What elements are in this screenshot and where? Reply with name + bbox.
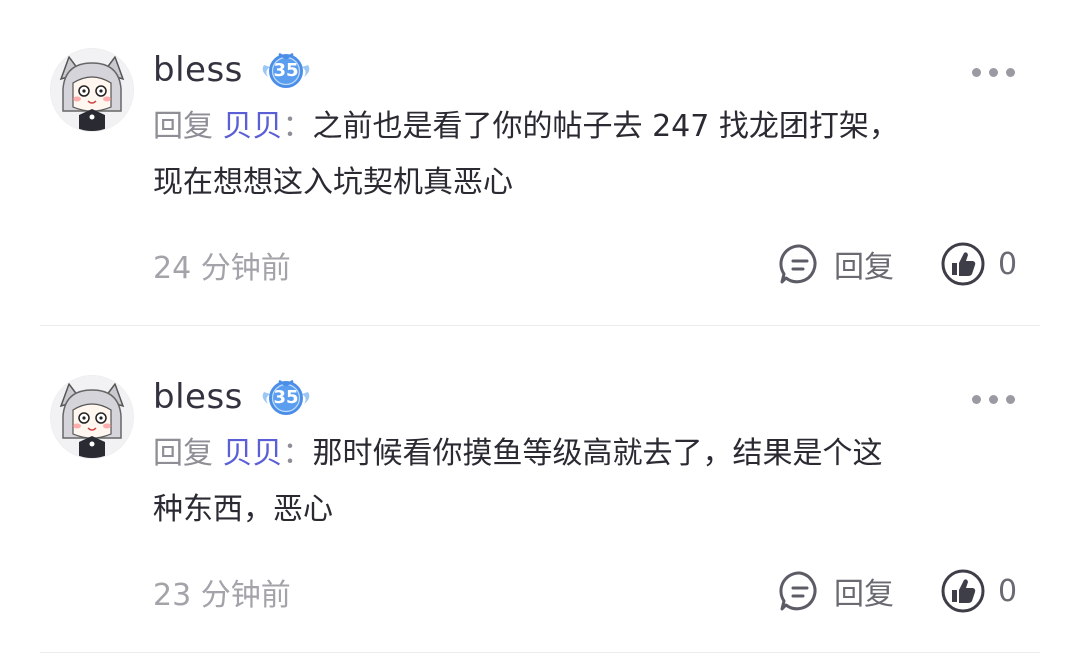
reply-button-label: 回复 [834, 577, 894, 612]
comment-line-1: 回复 贝贝：之前也是看了你的帖子去 247 找龙团打架， [153, 99, 1033, 155]
comment-body-line2: 种东西，恶心 [153, 492, 333, 527]
level-number: 35 [273, 387, 299, 408]
more-dots-icon [972, 68, 981, 77]
like-count: 0 [998, 573, 1018, 609]
more-dots-icon [972, 395, 981, 404]
comment-text: 回复 贝贝：那时候看你摸鱼等级高就去了，结果是个这 种东西，恶心 [153, 426, 1033, 538]
more-dots-icon [1006, 68, 1015, 77]
reply-target-link[interactable]: 贝贝 [223, 436, 283, 471]
thumbs-up-icon [941, 242, 985, 286]
more-options-button[interactable] [968, 62, 1020, 82]
more-dots-icon [989, 395, 998, 404]
like-count: 0 [998, 246, 1018, 282]
username[interactable]: bless [153, 377, 243, 417]
level-number: 35 [273, 60, 299, 81]
avatar[interactable] [50, 375, 134, 459]
avatar[interactable] [50, 48, 134, 132]
reply-colon: ： [282, 436, 313, 471]
timestamp: 24 分钟前 [153, 251, 291, 286]
username[interactable]: bless [153, 50, 243, 90]
like-button[interactable]: 0 [940, 568, 1017, 614]
level-badge-icon: 35 [258, 378, 314, 418]
thumbs-up-icon [941, 569, 985, 613]
reply-button[interactable]: 回复 [778, 568, 894, 614]
divider [40, 652, 1040, 653]
reply-button[interactable]: 回复 [778, 241, 894, 287]
comment-line-1: 回复 贝贝：那时候看你摸鱼等级高就去了，结果是个这 [153, 426, 1033, 482]
divider [40, 325, 1040, 326]
more-options-button[interactable] [968, 389, 1020, 409]
more-dots-icon [1006, 395, 1015, 404]
reply-prefix: 回复 [153, 436, 213, 471]
level-badge-icon: 35 [258, 51, 314, 91]
reply-prefix: 回复 [153, 109, 213, 144]
reply-target-link[interactable]: 贝贝 [223, 109, 283, 144]
comment-body-line1: 那时候看你摸鱼等级高就去了，结果是个这 [312, 436, 883, 471]
comment-item: bless 35 回复 贝贝：那时候看你摸鱼等级高就去了，结果是个这 种东西，恶… [0, 327, 1080, 654]
like-button[interactable]: 0 [940, 241, 1017, 287]
reply-button-label: 回复 [834, 250, 894, 285]
reply-colon: ： [282, 109, 313, 144]
comment-body-line2: 现在想想这入坑契机真恶心 [153, 165, 513, 200]
comment-bubble-icon [779, 571, 817, 611]
comment-text: 回复 贝贝：之前也是看了你的帖子去 247 找龙团打架， 现在想想这入坑契机真恶… [153, 99, 1033, 211]
comment-bubble-icon [779, 244, 817, 284]
timestamp: 23 分钟前 [153, 578, 291, 613]
more-dots-icon [989, 68, 998, 77]
comment-body-line1: 之前也是看了你的帖子去 247 找龙团打架， [312, 109, 899, 144]
comment-item: bless 35 回复 贝贝：之前也是看了你的帖子去 247 找龙团打架， 现在… [0, 0, 1080, 327]
